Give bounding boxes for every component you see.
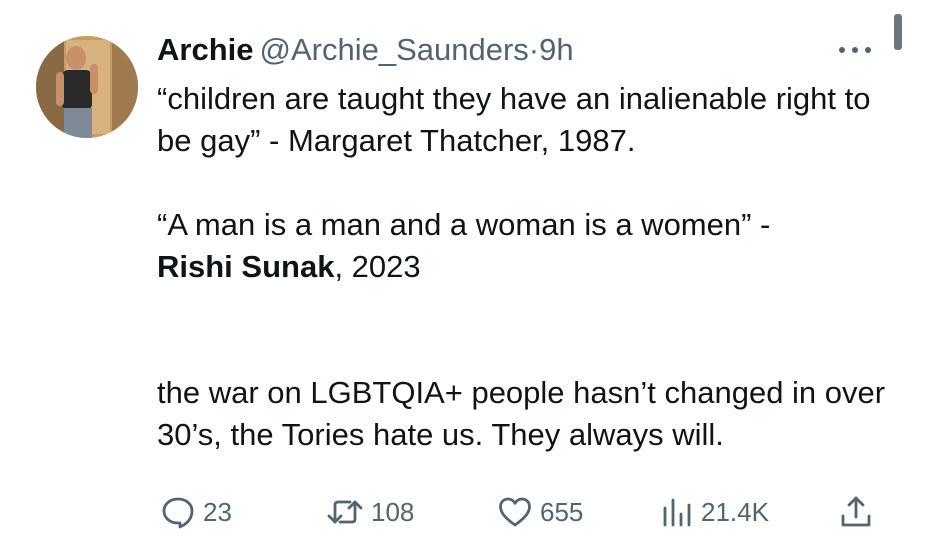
reply-button[interactable]: 23 bbox=[160, 490, 232, 534]
reply-icon bbox=[162, 497, 194, 529]
like-icon bbox=[499, 497, 531, 527]
avatar-image bbox=[36, 36, 138, 138]
share-icon bbox=[841, 496, 871, 527]
like-button[interactable]: 655 bbox=[497, 490, 583, 534]
retweet-icon bbox=[327, 500, 363, 524]
views-icon bbox=[663, 498, 691, 527]
reply-count: 23 bbox=[203, 496, 232, 527]
tweet-paragraph-2: “A man is a man and a woman is a women” … bbox=[157, 204, 897, 288]
scrollbar[interactable] bbox=[894, 14, 902, 50]
display-name[interactable]: Archie bbox=[157, 32, 253, 67]
retweet-count: 108 bbox=[371, 496, 415, 527]
separator-dot: · bbox=[528, 32, 540, 67]
tweet-paragraph-1: “children are taught they have an inalie… bbox=[157, 81, 871, 158]
timestamp[interactable]: 9h bbox=[539, 32, 573, 67]
quote-year: , 2023 bbox=[334, 249, 421, 284]
like-count: 655 bbox=[540, 496, 584, 527]
tweet[interactable]: Archie @Archie_Saunders·9h “children are … bbox=[0, 0, 938, 540]
share-button[interactable] bbox=[838, 490, 874, 534]
retweet-button[interactable]: 108 bbox=[326, 490, 414, 534]
more-icon[interactable] bbox=[834, 44, 876, 56]
action-bar: 23 108 655 21.4K bbox=[0, 490, 938, 534]
tweet-header: Archie @Archie_Saunders·9h bbox=[157, 30, 574, 70]
quote-text: “A man is a man and a woman is a women” … bbox=[157, 207, 771, 242]
views-button[interactable]: 21.4K bbox=[660, 490, 769, 534]
bold-name: Rishi Sunak bbox=[157, 249, 335, 284]
tweet-paragraph-3: the war on LGBTQIA+ people hasn’t change… bbox=[157, 375, 886, 452]
user-handle[interactable]: @Archie_Saunders bbox=[259, 32, 528, 67]
tweet-text: “children are taught they have an inalie… bbox=[157, 78, 897, 456]
views-count: 21.4K bbox=[701, 496, 769, 527]
avatar[interactable] bbox=[36, 36, 138, 138]
